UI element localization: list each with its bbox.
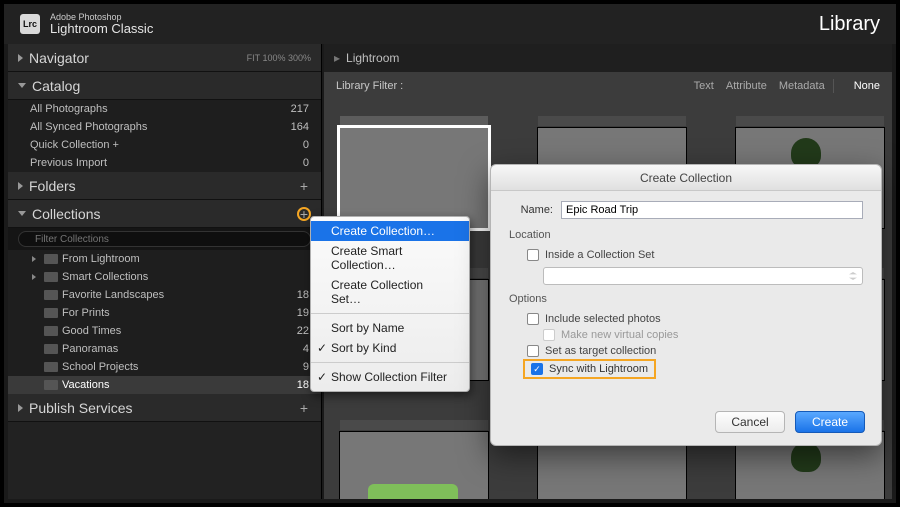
dialog-title: Create Collection xyxy=(491,165,881,191)
sync-lightroom-label: Sync with Lightroom xyxy=(549,363,648,375)
panel-collections-header[interactable]: Collections + xyxy=(8,200,321,228)
virtual-copies-label: Make new virtual copies xyxy=(561,329,678,341)
checkbox-icon xyxy=(543,329,555,341)
app-brand-name: Lightroom Classic xyxy=(50,22,153,36)
catalog-item[interactable]: Previous Import0 xyxy=(8,154,321,172)
chevron-down-icon xyxy=(18,83,26,88)
menu-create-collection[interactable]: Create Collection… xyxy=(311,221,469,241)
catalog-list: All Photographs217 All Synced Photograph… xyxy=(8,100,321,172)
add-publish-button[interactable]: + xyxy=(297,401,311,415)
name-label: Name: xyxy=(509,204,553,216)
menu-show-collection-filter[interactable]: Show Collection Filter xyxy=(311,367,469,387)
checkbox-checked-icon[interactable]: ✓ xyxy=(531,363,543,375)
set-target-checkbox-row[interactable]: Set as target collection xyxy=(509,343,863,359)
chevron-right-icon xyxy=(18,54,23,62)
panel-folders-header[interactable]: Folders + xyxy=(8,172,321,200)
cancel-button[interactable]: Cancel xyxy=(715,411,785,433)
create-button[interactable]: Create xyxy=(795,411,865,433)
collection-name-input[interactable] xyxy=(561,201,863,219)
collection-item[interactable]: Favorite Landscapes18 xyxy=(8,286,321,304)
library-filter-bar: Library Filter : Text Attribute Metadata… xyxy=(324,72,892,100)
collection-item[interactable]: School Projects9 xyxy=(8,358,321,376)
menu-separator xyxy=(311,362,469,363)
menu-separator xyxy=(311,313,469,314)
checkbox-icon xyxy=(527,345,539,357)
virtual-copies-checkbox-row: Make new virtual copies xyxy=(509,327,863,343)
create-collection-dialog: Create Collection Name: Location Inside … xyxy=(490,164,882,446)
panel-catalog-header[interactable]: Catalog xyxy=(8,72,321,100)
collection-set-item[interactable]: From Lightroom xyxy=(8,250,321,268)
inside-set-label: Inside a Collection Set xyxy=(545,249,654,261)
collection-icon xyxy=(44,290,58,300)
collection-icon xyxy=(44,380,58,390)
sync-highlight-box: ✓ Sync with Lightroom xyxy=(523,359,656,379)
collections-filter-row xyxy=(8,228,321,250)
panel-navigator-header[interactable]: Navigator FIT 100% 300% xyxy=(8,44,321,72)
thumbnail[interactable] xyxy=(340,116,488,228)
left-panel: Navigator FIT 100% 300% Catalog All Phot… xyxy=(8,44,322,499)
collection-icon xyxy=(44,362,58,372)
collection-icon xyxy=(44,344,58,354)
collection-icon xyxy=(44,308,58,318)
filter-label: Library Filter : xyxy=(336,80,403,92)
checkbox-icon xyxy=(527,249,539,261)
catalog-item[interactable]: Quick Collection +0 xyxy=(8,136,321,154)
panel-navigator-zoom[interactable]: FIT 100% 300% xyxy=(247,53,311,63)
catalog-item[interactable]: All Photographs217 xyxy=(8,100,321,118)
breadcrumb-root[interactable]: Lightroom xyxy=(346,51,399,65)
collection-item[interactable]: Good Times22 xyxy=(8,322,321,340)
filter-attribute[interactable]: Attribute xyxy=(726,80,767,92)
panel-publish-title: Publish Services xyxy=(29,400,291,416)
checkbox-icon xyxy=(527,313,539,325)
collections-list: From Lightroom Smart Collections Favorit… xyxy=(8,250,321,394)
panel-collections-title: Collections xyxy=(32,206,291,222)
app-titlebar: Lrc Adobe Photoshop Lightroom Classic Li… xyxy=(4,4,896,44)
add-collection-button[interactable]: + xyxy=(297,207,311,221)
filter-metadata[interactable]: Metadata xyxy=(779,80,825,92)
filter-none[interactable]: None xyxy=(854,80,880,92)
inside-set-checkbox-row[interactable]: Inside a Collection Set xyxy=(509,247,863,263)
collection-item[interactable]: Panoramas4 xyxy=(8,340,321,358)
menu-create-smart-collection[interactable]: Create Smart Collection… xyxy=(311,241,469,275)
collection-icon xyxy=(44,326,58,336)
collection-item-selected[interactable]: Vacations18 xyxy=(8,376,321,394)
collection-set-icon xyxy=(44,272,58,282)
set-target-label: Set as target collection xyxy=(545,345,656,357)
module-label-library[interactable]: Library xyxy=(819,13,880,36)
menu-sort-by-kind[interactable]: Sort by Kind xyxy=(311,338,469,358)
chevron-down-icon xyxy=(18,211,26,216)
collection-item[interactable]: For Prints19 xyxy=(8,304,321,322)
panel-publish-header[interactable]: Publish Services + xyxy=(8,394,321,422)
collection-set-select[interactable] xyxy=(543,267,863,285)
menu-sort-by-name[interactable]: Sort by Name xyxy=(311,318,469,338)
panel-folders-title: Folders xyxy=(29,178,291,194)
include-selected-label: Include selected photos xyxy=(545,313,661,325)
panel-navigator-title: Navigator xyxy=(29,50,247,66)
breadcrumb: ▸ Lightroom xyxy=(324,44,892,72)
app-logo-icon: Lrc xyxy=(20,14,40,34)
filter-text[interactable]: Text xyxy=(694,80,714,92)
include-selected-checkbox-row[interactable]: Include selected photos xyxy=(509,311,863,327)
collections-context-menu: Create Collection… Create Smart Collecti… xyxy=(310,216,470,392)
chevron-right-icon xyxy=(18,404,23,412)
collections-filter-input[interactable] xyxy=(18,231,311,247)
menu-create-collection-set[interactable]: Create Collection Set… xyxy=(311,275,469,309)
catalog-item[interactable]: All Synced Photographs164 xyxy=(8,118,321,136)
chevron-right-icon xyxy=(18,182,23,190)
collection-set-item[interactable]: Smart Collections xyxy=(8,268,321,286)
thumbnail[interactable] xyxy=(340,420,488,499)
filter-divider xyxy=(833,79,834,93)
add-folder-button[interactable]: + xyxy=(297,179,311,193)
panel-catalog-title: Catalog xyxy=(32,78,311,94)
chevron-right-icon: ▸ xyxy=(334,51,340,65)
options-section-label: Options xyxy=(509,293,863,305)
collection-set-icon xyxy=(44,254,58,264)
location-section-label: Location xyxy=(509,229,863,241)
